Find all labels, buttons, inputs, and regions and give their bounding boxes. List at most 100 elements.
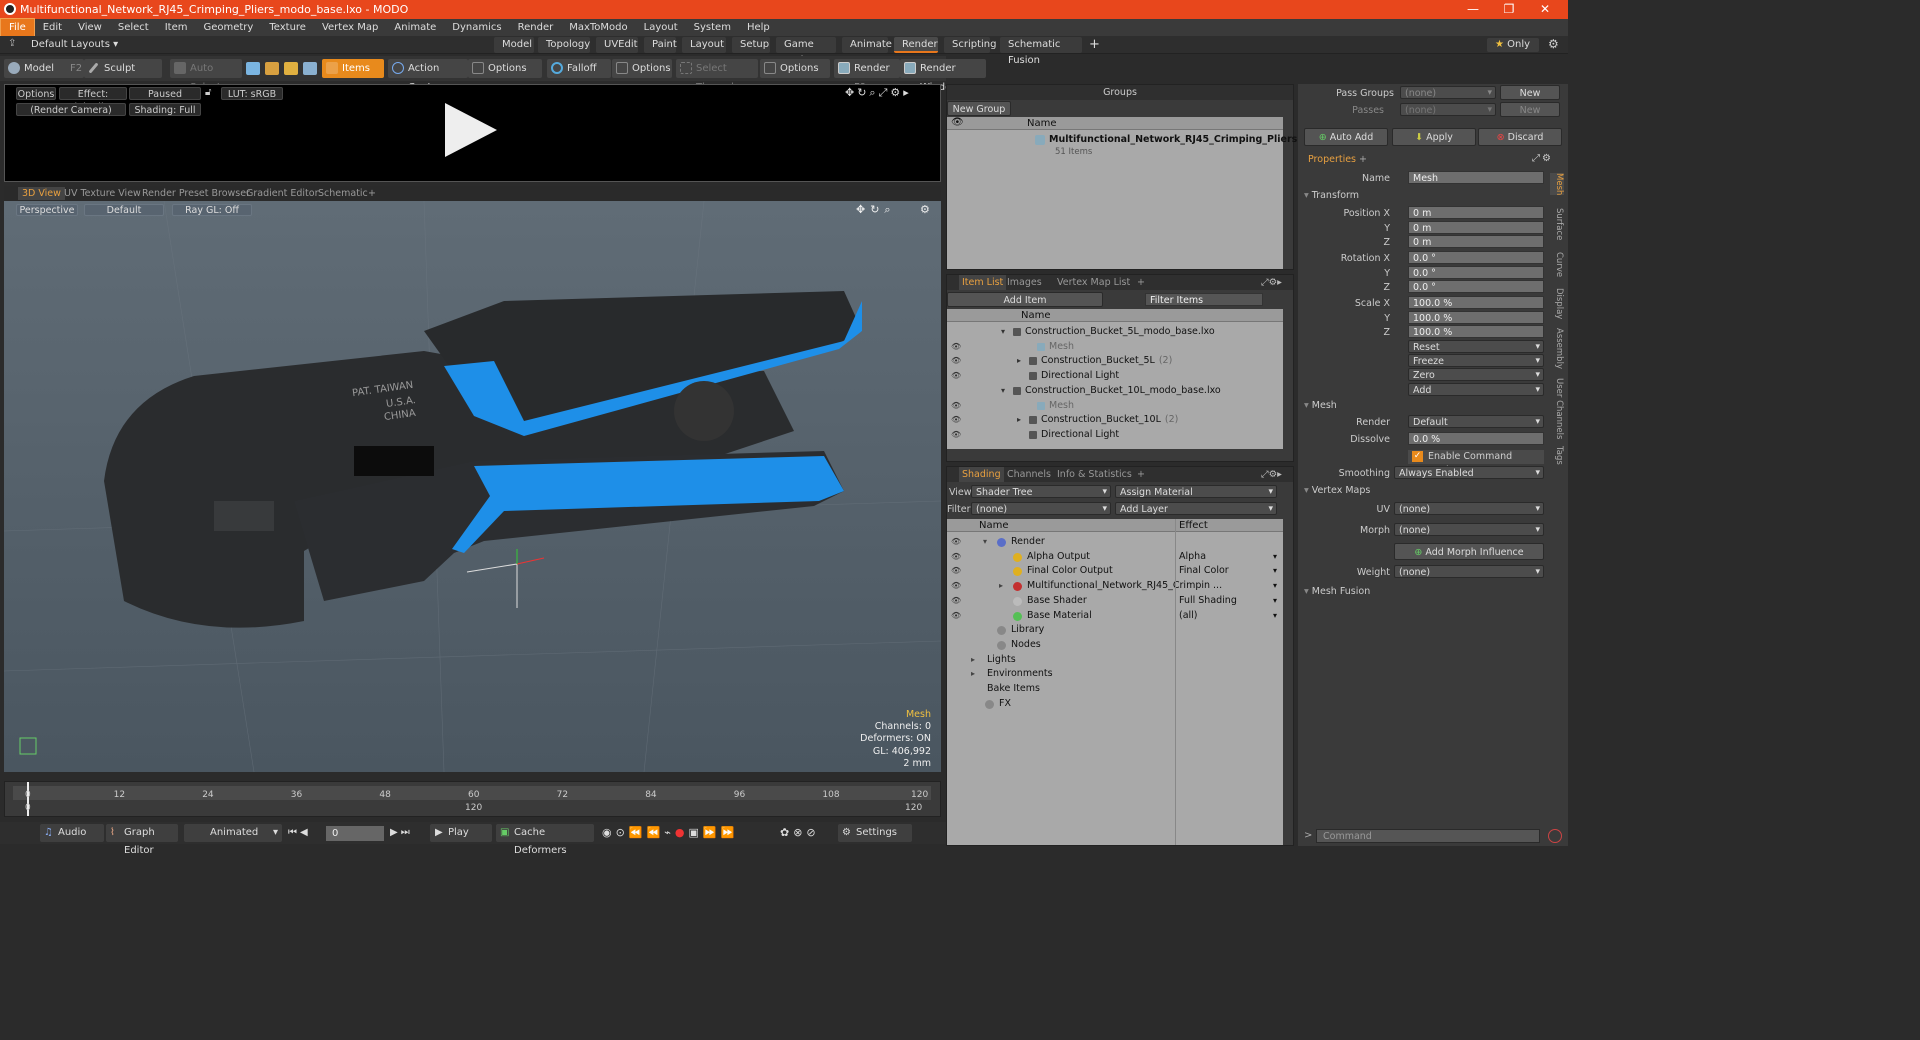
transport-next-controls[interactable]: ▶⏭ <box>390 827 413 838</box>
chevron-down-icon[interactable]: ▾ <box>1273 564 1277 579</box>
visibility-eye-icon[interactable]: 👁︎ <box>951 369 961 384</box>
settings-button[interactable]: ⚙ Settings <box>838 824 912 842</box>
action-center-button[interactable]: Action Center <box>388 59 468 93</box>
passes-dropdown[interactable]: (none) <box>1400 103 1496 117</box>
select-through-button[interactable]: Select Through <box>676 59 758 93</box>
restore-icon[interactable]: ❐ <box>1494 0 1524 19</box>
apply-button[interactable]: ⬇ Apply <box>1392 128 1476 146</box>
item-list[interactable]: Name ▾ Construction_Bucket_5L_modo_base.l… <box>947 309 1283 449</box>
auto-add-button[interactable]: ⊕ Auto Add <box>1304 128 1388 146</box>
audio-button[interactable]: ♫ Audio <box>40 824 104 842</box>
morph-dropdown[interactable]: (none) <box>1394 523 1544 537</box>
visibility-eye-icon[interactable]: 👁︎ <box>951 550 961 565</box>
action-center-options-button[interactable]: Options <box>468 59 542 78</box>
3d-viewport[interactable]: Perspective Default Ray GL: Off ✥↻⌕ ⚙ PA… <box>4 201 941 772</box>
transform-scale-field[interactable]: 100.0 % <box>1408 296 1544 309</box>
shader-effect-value[interactable]: Alpha <box>1179 550 1206 565</box>
visibility-eye-icon[interactable]: 👁︎ <box>951 594 961 609</box>
menu-select[interactable]: Select <box>110 19 157 36</box>
transform-pos-field[interactable]: 0 m <box>1408 206 1544 219</box>
model-button[interactable]: Model F2 <box>4 59 84 78</box>
preview-shading-dropdown[interactable]: Shading: Full <box>129 103 201 116</box>
render-window-button[interactable]: Render Window <box>900 59 986 93</box>
preview-paused-button[interactable]: Paused <box>129 87 201 100</box>
layout-tab-scripting[interactable]: Scripting <box>944 37 996 53</box>
render-dropdown[interactable]: Default <box>1408 415 1544 429</box>
play-button[interactable]: ▶ Play <box>430 824 492 842</box>
shader-tree-row[interactable]: Bake Items <box>947 682 1283 697</box>
command-stop-icon[interactable] <box>1548 829 1562 843</box>
edge-mode-icon[interactable] <box>265 62 279 75</box>
animated-dropdown[interactable]: Animated ▾ <box>184 824 282 842</box>
item-list-row[interactable]: 👁︎ Mesh <box>947 399 1283 414</box>
menu-view[interactable]: View <box>70 19 110 36</box>
shader-tree-row[interactable]: Nodes <box>947 638 1283 653</box>
visibility-eye-icon[interactable]: 👁︎ <box>951 535 961 550</box>
misc-key-icons[interactable]: ✿⊗⊘ <box>780 826 820 839</box>
sculpt-button[interactable]: Sculpt <box>84 59 162 78</box>
transform-rot-field[interactable]: 0.0 ° <box>1408 265 1544 279</box>
preview-lut-dropdown[interactable]: LUT: sRGB <box>221 87 283 100</box>
add-morph-influence-button[interactable]: ⊕ Add Morph Influence <box>1394 543 1544 560</box>
new-pass-group-button[interactable]: New <box>1500 85 1560 100</box>
side-tab-user-channels[interactable]: User Channels <box>1550 378 1564 439</box>
cache-deformers-button[interactable]: ▣ Cache Deformers <box>496 824 594 856</box>
expand-arrow-icon[interactable]: ▾ <box>1001 325 1005 340</box>
material-mode-icon[interactable] <box>303 62 317 75</box>
smoothing-dropdown[interactable]: Always Enabled <box>1394 466 1544 480</box>
shader-tree-row[interactable]: 👁︎ ▸ Multifunctional_Network_RJ45_Crimpin … <box>947 579 1283 594</box>
close-icon[interactable]: ✕ <box>1530 0 1560 19</box>
falloff-button[interactable]: Falloff <box>547 59 611 78</box>
weight-dropdown[interactable]: (none) <box>1394 565 1544 579</box>
preview-options-button[interactable]: Options <box>16 87 56 100</box>
minimize-icon[interactable]: — <box>1458 0 1488 19</box>
transform-rot-field[interactable]: 0.0 ° <box>1408 251 1544 264</box>
view-dropdown[interactable]: Shader Tree <box>971 485 1111 499</box>
visibility-eye-icon[interactable]: 👁︎ <box>951 413 961 428</box>
shader-tree-row[interactable]: 👁︎ Alpha Output Alpha ▾ <box>947 550 1283 565</box>
preview-effect-dropdown[interactable]: Effect: (Shadi... <box>59 87 127 113</box>
shading-tab-shading[interactable]: Shading <box>959 467 1004 482</box>
polygon-mode-icon[interactable] <box>284 62 298 75</box>
menu-system[interactable]: System <box>686 19 739 36</box>
layout-tab-paint[interactable]: Paint <box>644 37 677 53</box>
chevron-down-icon[interactable]: ▾ <box>1273 550 1277 565</box>
panel-header-icons[interactable]: ⤢⚙▸ <box>1261 275 1282 290</box>
vertex-mode-icon[interactable] <box>246 62 260 75</box>
discard-button[interactable]: ⊗ Discard <box>1478 128 1562 146</box>
menu-file[interactable]: File <box>0 18 35 37</box>
menu-item[interactable]: Item <box>157 19 196 36</box>
item-list-row[interactable]: ▾ Construction_Bucket_5L_modo_base.lxo <box>947 325 1283 340</box>
dissolve-field[interactable]: 0.0 % <box>1408 432 1544 445</box>
layout-tab-animate[interactable]: Animate <box>842 37 892 53</box>
auto-select-button[interactable]: Auto Select <box>170 59 242 93</box>
vertex-maps-section[interactable]: Vertex Maps <box>1304 485 1371 496</box>
layout-tab-layout[interactable]: Layout <box>682 37 726 53</box>
transform-scale-field[interactable]: 100.0 % <box>1408 325 1544 338</box>
group-row[interactable]: Multifunctional_Network_RJ45_Crimping_Pl… <box>947 133 1297 161</box>
graph-editor-button[interactable]: ⌇ Graph Editor <box>106 824 178 856</box>
filter-items-field[interactable]: Filter Items <box>1145 293 1263 306</box>
layout-tab-setup[interactable]: Setup <box>732 37 770 53</box>
shader-tree[interactable]: Name Effect 👁︎ ▾ Render 👁︎ Alpha Output Alpha… <box>947 519 1283 845</box>
add-viewport-tab-icon[interactable]: + <box>368 187 376 200</box>
name-field[interactable]: Mesh <box>1408 171 1544 184</box>
items-mode-button[interactable]: Items <box>322 59 384 78</box>
add-layout-icon[interactable]: + <box>1089 37 1100 52</box>
transform-add-dropdown[interactable]: Add <box>1408 382 1544 397</box>
item-list-tab-vertex-map-list[interactable]: Vertex Map List <box>1057 275 1130 290</box>
add-tab-icon[interactable]: + <box>1137 275 1145 290</box>
menu-edit[interactable]: Edit <box>35 19 70 36</box>
shader-effect-value[interactable]: (all) <box>1179 609 1198 624</box>
transform-freeze-dropdown[interactable]: Freeze <box>1408 354 1544 368</box>
side-tab-curve[interactable]: Curve <box>1550 252 1564 277</box>
viewport-tab-schematic[interactable]: Schematic <box>318 187 368 200</box>
layout-preset-dropdown[interactable]: Default Layouts ▾ <box>31 39 118 50</box>
viewport-tab-3d-view[interactable]: 3D View <box>18 187 65 200</box>
viewport-tab-render-preset-browser[interactable]: Render Preset Browser <box>142 187 250 200</box>
visibility-eye-icon[interactable]: 👁︎ <box>951 340 961 355</box>
new-group-button[interactable]: New Group <box>947 101 1011 116</box>
command-regions-checkbox[interactable]: ✓ Enable Command Regions <box>1408 450 1544 476</box>
transform-scale-field[interactable]: 100.0 % <box>1408 310 1544 324</box>
expand-arrow-icon[interactable]: ▸ <box>971 667 975 682</box>
